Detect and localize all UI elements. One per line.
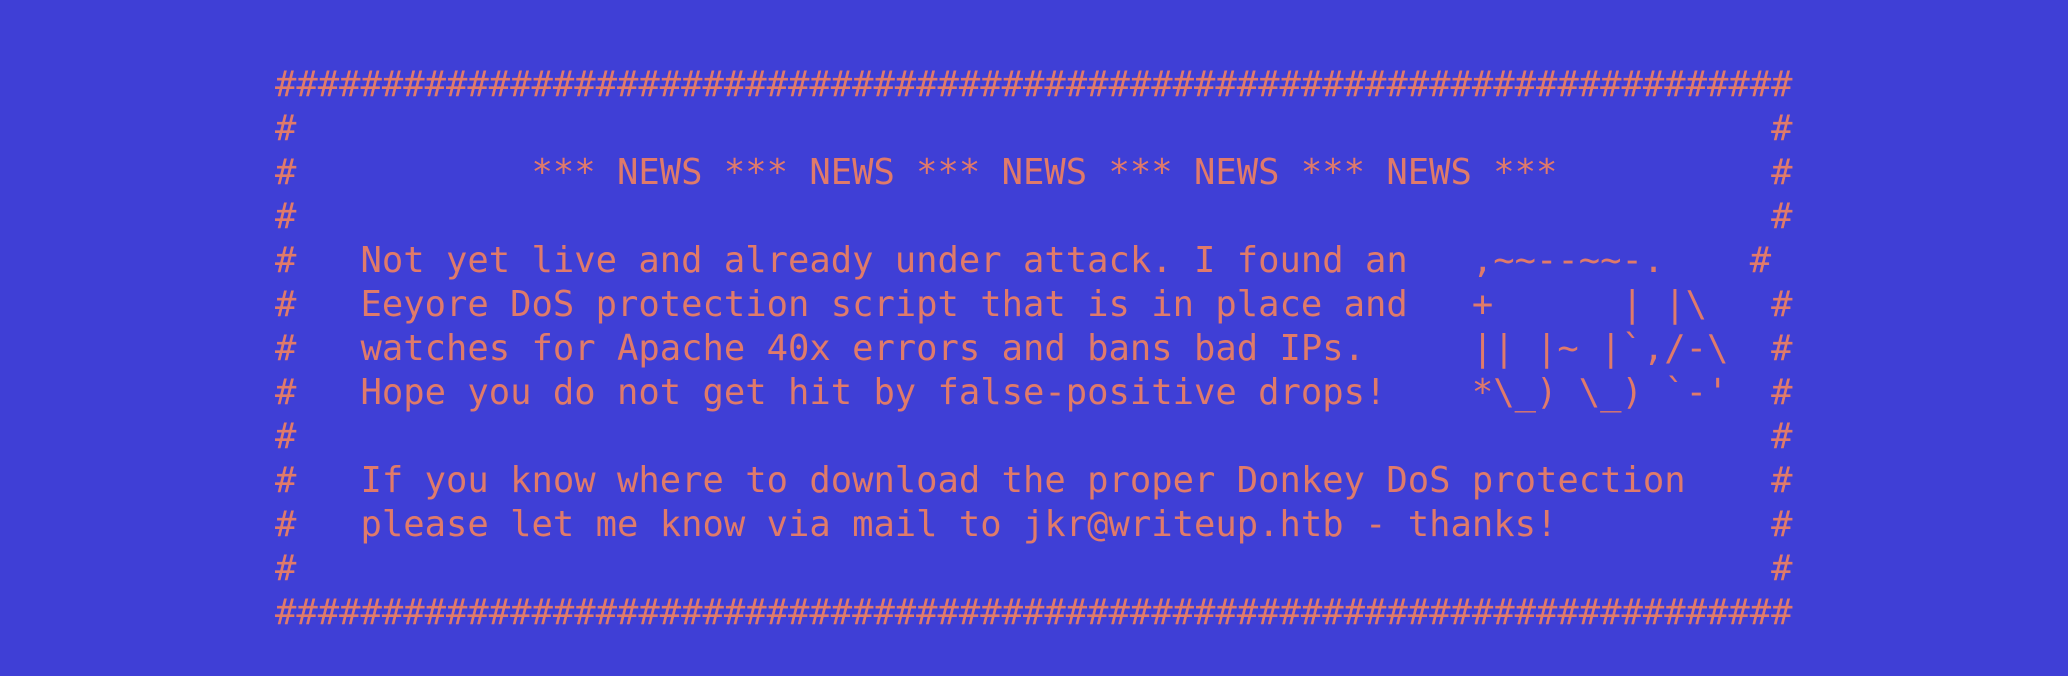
banner-border-bottom: ########################################… [275,592,1793,633]
news-text-line: # Not yet live and already under attack.… [275,240,1772,281]
news-heading: # *** NEWS *** NEWS *** NEWS *** NEWS **… [275,152,1793,193]
news-text-line: # If you know where to download the prop… [275,460,1793,501]
news-text-line: # Eeyore DoS protection script that is i… [275,284,1793,325]
banner-border-top: ########################################… [275,64,1793,105]
banner-line-blank: # # [275,548,1793,589]
news-text-line: # Hope you do not get hit by false-posit… [275,372,1793,413]
news-text-line: # watches for Apache 40x errors and bans… [275,328,1793,369]
banner-line-blank: # # [275,108,1793,149]
banner-line-blank: # # [275,196,1793,237]
banner-line-blank: # # [275,416,1793,457]
news-banner: ########################################… [275,63,1792,635]
contact-line: # please let me know via mail to jkr@wri… [275,504,1793,545]
